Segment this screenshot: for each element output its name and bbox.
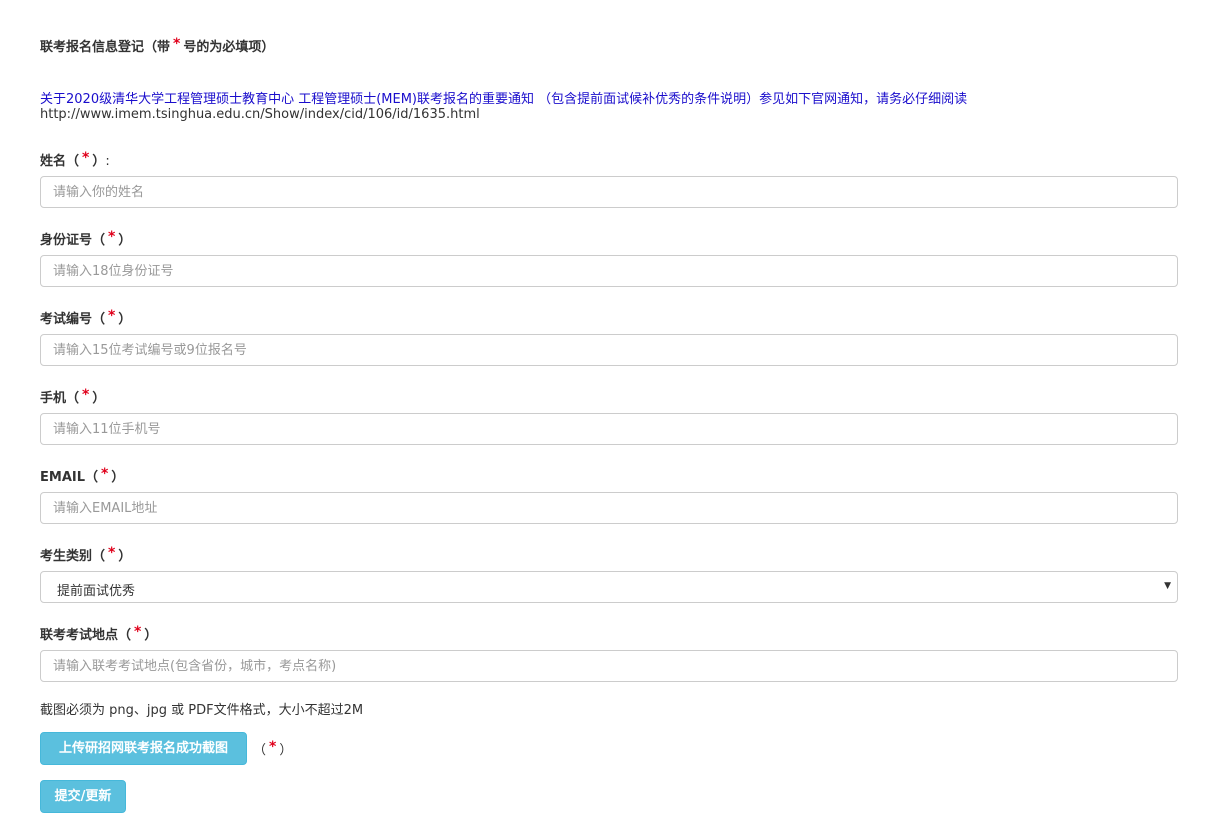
email-label-text: EMAIL: [40, 470, 85, 485]
exam-number-label-text: 考试编号: [40, 312, 93, 327]
exam-location-input[interactable]: [40, 650, 1178, 682]
label-paren-close: ）: [118, 312, 132, 327]
required-asterisk: *: [101, 466, 109, 482]
category-selected-value: 提前面试优秀: [57, 584, 136, 599]
label-colon: :: [105, 154, 110, 169]
label-paren-open: （: [92, 312, 106, 327]
required-asterisk: *: [173, 36, 181, 52]
label-paren-close: ）: [92, 154, 106, 169]
label-paren-open: （: [118, 628, 132, 643]
registration-form-page: 联考报名信息登记（带 * 号的为必填项） 关于2020级清华大学工程管理硕士教育中心…: [0, 0, 1211, 832]
category-label-text: 考生类别: [40, 549, 93, 564]
label-paren-open: （: [85, 470, 99, 485]
label-paren-close: ）: [144, 628, 158, 643]
page-title-prefix: 联考报名信息登记（带: [40, 40, 171, 55]
upload-paren-open: （: [253, 743, 267, 758]
name-label: 姓名（ *）:: [40, 150, 110, 169]
label-paren-close: ）: [111, 470, 125, 485]
exam-number-input[interactable]: [40, 334, 1178, 366]
phone-label-text: 手机: [40, 391, 67, 406]
label-paren-open: （: [92, 549, 106, 564]
page-title: 联考报名信息登记（带 * 号的为必填项）: [40, 36, 274, 55]
label-paren-open: （: [66, 154, 80, 169]
page-title-suffix: 号的为必填项）: [183, 40, 275, 55]
label-paren-close: ）: [92, 391, 106, 406]
required-asterisk: *: [108, 229, 116, 245]
notice-link[interactable]: 关于2020级清华大学工程管理硕士教育中心 工程管理硕士(MEM)联考报名的重要…: [40, 88, 967, 107]
upload-screenshot-button[interactable]: 上传研招网联考报名成功截图: [40, 732, 247, 765]
required-asterisk: *: [134, 624, 142, 640]
upload-required-note: （*）: [253, 739, 292, 758]
category-select[interactable]: 提前面试优秀 ▼: [40, 571, 1178, 603]
id-number-label: 身份证号（ *）: [40, 229, 131, 248]
notice-url: http://www.imem.tsinghua.edu.cn/Show/ind…: [40, 107, 480, 122]
phone-input[interactable]: [40, 413, 1178, 445]
label-paren-close: ）: [118, 233, 132, 248]
upload-hint: 截图必须为 png、jpg 或 PDF文件格式，大小不超过2M: [40, 703, 364, 718]
label-paren-open: （: [92, 233, 106, 248]
exam-location-label-text: 联考考试地点: [40, 628, 119, 643]
name-input[interactable]: [40, 176, 1178, 208]
dropdown-arrow-icon: ▼: [1164, 581, 1171, 591]
name-label-text: 姓名: [40, 154, 67, 169]
required-asterisk: *: [82, 150, 90, 166]
category-label: 考生类别（ *）: [40, 545, 131, 564]
upload-paren-close: ）: [279, 743, 293, 758]
phone-label: 手机（ *）: [40, 387, 105, 406]
required-asterisk: *: [82, 387, 90, 403]
exam-number-label: 考试编号（ *）: [40, 308, 131, 327]
required-asterisk: *: [108, 308, 116, 324]
required-asterisk: *: [108, 545, 116, 561]
id-number-label-text: 身份证号: [40, 233, 93, 248]
submit-button[interactable]: 提交/更新: [40, 780, 126, 813]
email-input[interactable]: [40, 492, 1178, 524]
id-number-input[interactable]: [40, 255, 1178, 287]
required-asterisk: *: [269, 739, 277, 755]
email-label: EMAIL（ *）: [40, 466, 124, 485]
exam-location-label: 联考考试地点（ *）: [40, 624, 157, 643]
label-paren-open: （: [66, 391, 80, 406]
label-paren-close: ）: [118, 549, 132, 564]
